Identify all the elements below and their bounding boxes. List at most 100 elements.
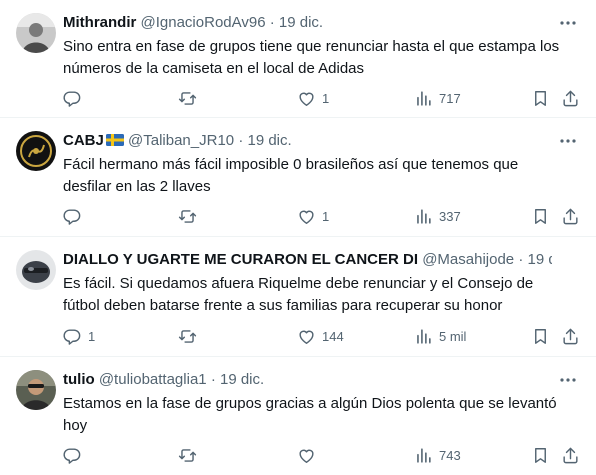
tweet-text: Sino entra en fase de grupos tiene que r… [63, 36, 563, 80]
like-count: 1 [322, 90, 330, 106]
more-icon[interactable] [558, 13, 578, 33]
views-button[interactable]: 5 mil [414, 326, 466, 346]
reply-button[interactable] [63, 206, 88, 226]
bookmark-icon [535, 90, 546, 106]
tweet[interactable]: CABJ @Taliban_JR10 · 19 dic. Fácil herma… [0, 118, 596, 237]
share-button[interactable] [561, 88, 580, 108]
tweet-text-line: Estamos en la fase de grupos gracias a a… [63, 395, 557, 412]
like-count: 1 [322, 208, 330, 224]
like-button[interactable] [297, 445, 322, 465]
reply-icon [63, 328, 81, 345]
separator-dot: · [210, 371, 216, 388]
user-handle[interactable]: @Taliban_JR10 [128, 132, 234, 149]
like-button[interactable]: 1 [297, 206, 329, 226]
views-count: 743 [439, 447, 461, 463]
tweet-date[interactable]: 19 dic. [279, 14, 323, 31]
like-button[interactable]: 144 [297, 326, 344, 346]
tweet-header: tulio @tuliobattaglia1 · 19 dic. [63, 370, 552, 390]
tweet-text-line: desfilar en las 2 llaves [63, 178, 211, 195]
retweet-button[interactable] [178, 445, 203, 465]
retweet-icon [178, 209, 197, 223]
tweet-date[interactable]: 19 dic. [220, 371, 264, 388]
views-icon [417, 90, 431, 106]
views-icon [417, 328, 431, 344]
retweet-button[interactable] [178, 88, 203, 108]
avatar[interactable] [16, 370, 56, 410]
share-icon [563, 90, 578, 106]
user-handle[interactable]: @tuliobattaglia1 [99, 371, 207, 388]
heart-icon [299, 92, 314, 106]
tweet-text-line: Fácil hermano más fácil imposible 0 bras… [63, 156, 519, 173]
share-icon [563, 328, 578, 344]
separator-dot: · [238, 132, 244, 149]
user-handle[interactable]: @IgnacioRodAv96 [141, 14, 266, 31]
tweet[interactable]: tulio @tuliobattaglia1 · 19 dic. Estamos… [0, 357, 596, 475]
views-button[interactable]: 337 [414, 206, 461, 226]
tweet-text-line: Sino entra en fase de grupos tiene que r… [63, 38, 560, 55]
reply-count: 1 [88, 328, 96, 344]
reply-feed: Mithrandir @IgnacioRodAv96 · 19 dic. Sin… [0, 0, 596, 475]
share-button[interactable] [561, 445, 580, 465]
bookmark-button[interactable] [531, 326, 550, 346]
reply-icon [63, 90, 81, 107]
bookmark-icon [535, 447, 546, 463]
reply-icon [63, 447, 81, 464]
tweet-text-line: hoy [63, 417, 88, 434]
heart-icon [299, 210, 314, 224]
more-icon[interactable] [558, 370, 578, 390]
tweet-header: DIALLO Y UGARTE ME CURARON EL CANCER DI … [63, 250, 552, 270]
sweden-flag-icon [105, 134, 124, 146]
display-name[interactable]: DIALLO Y UGARTE ME CURARON EL CANCER DI [63, 251, 418, 268]
action-bar: 1 337 [63, 206, 582, 226]
retweet-button[interactable] [178, 206, 203, 226]
tweet-header: CABJ @Taliban_JR10 · 19 dic. [63, 131, 552, 151]
share-icon [563, 447, 578, 463]
retweet-icon [178, 329, 197, 343]
avatar[interactable] [16, 13, 56, 53]
bookmark-button[interactable] [531, 88, 550, 108]
tweet[interactable]: DIALLO Y UGARTE ME CURARON EL CANCER DI … [0, 237, 596, 357]
reply-button[interactable] [63, 88, 88, 108]
display-name[interactable]: CABJ [63, 132, 104, 149]
bookmark-button[interactable] [531, 206, 550, 226]
share-button[interactable] [561, 326, 580, 346]
bookmark-icon [535, 328, 546, 344]
views-button[interactable]: 717 [414, 88, 461, 108]
share-button[interactable] [561, 206, 580, 226]
views-icon [417, 208, 431, 224]
retweet-icon [178, 448, 197, 462]
more-icon[interactable] [558, 131, 578, 151]
reply-button[interactable]: 1 [63, 326, 95, 346]
like-count: 144 [322, 328, 344, 344]
views-count: 5 mil [439, 328, 467, 344]
retweet-button[interactable] [178, 326, 203, 346]
tweet[interactable]: Mithrandir @IgnacioRodAv96 · 19 dic. Sin… [0, 0, 596, 118]
reply-button[interactable] [63, 445, 88, 465]
heart-icon [299, 449, 314, 463]
views-count: 717 [439, 90, 461, 106]
reply-icon [63, 208, 81, 225]
avatar[interactable] [16, 250, 56, 290]
separator-dot: · [269, 14, 275, 31]
display-name[interactable]: Mithrandir [63, 14, 136, 31]
tweet-date[interactable]: 19 dic. [247, 132, 291, 149]
action-bar: 1 717 [63, 88, 582, 108]
avatar[interactable] [16, 131, 56, 171]
tweet-text-line: números de la camiseta en el local de Ad… [63, 60, 365, 77]
display-name[interactable]: tulio [63, 371, 95, 388]
bookmark-button[interactable] [531, 445, 550, 465]
tweet-header: Mithrandir @IgnacioRodAv96 · 19 dic. [63, 13, 552, 33]
tweet-date[interactable]: 19 dic. [528, 251, 553, 268]
tweet-text-line: fútbol deben batarse frente a sus famili… [63, 297, 503, 314]
like-button[interactable]: 1 [297, 88, 329, 108]
views-icon [417, 447, 431, 463]
tweet-text: Estamos en la fase de grupos gracias a a… [63, 393, 563, 437]
action-bar: 1 144 5 mil [63, 326, 582, 346]
share-icon [563, 208, 578, 224]
views-button[interactable]: 743 [414, 445, 461, 465]
tweet-text: Fácil hermano más fácil imposible 0 bras… [63, 154, 563, 198]
user-handle[interactable]: @Masahijode [422, 251, 514, 268]
tweet-text-line: Es fácil. Si quedamos afuera Riquelme de… [63, 275, 534, 292]
views-count: 337 [439, 208, 461, 224]
separator-dot: · [518, 251, 524, 268]
